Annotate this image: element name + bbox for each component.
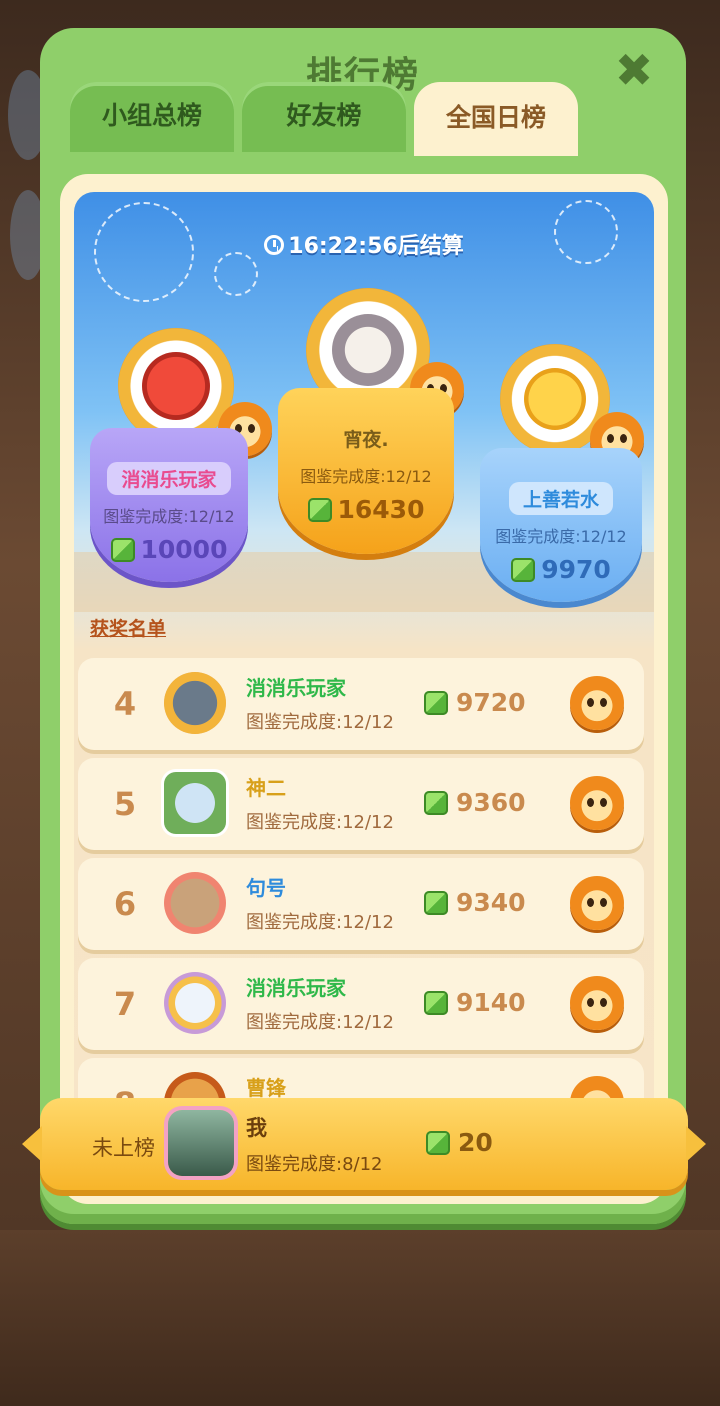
- player-name: 句号: [246, 876, 286, 900]
- ranking-list[interactable]: 4 消消乐玩家 图鉴完成度:12/12 9720 5 神二 图鉴完成度:12/1…: [78, 658, 644, 1158]
- rank-number: 5: [113, 785, 137, 823]
- podium-3-name: 上善若水: [508, 482, 613, 515]
- player-score-value: 9340: [456, 888, 526, 917]
- player-score: 9340: [424, 888, 526, 917]
- player-score-value: 9360: [456, 788, 526, 817]
- tiger-badge-icon: [570, 676, 624, 730]
- close-icon[interactable]: ✖: [612, 43, 656, 97]
- cube-icon: [307, 497, 332, 522]
- cube-icon: [424, 690, 448, 715]
- podium-1-card[interactable]: 宵夜. 图鉴完成度:12/12 16430: [278, 388, 454, 554]
- tab-national-daily[interactable]: 全国日榜: [414, 82, 578, 156]
- podium-3-avatar[interactable]: [524, 368, 586, 430]
- podium-2-avatar[interactable]: [142, 352, 210, 420]
- clock-icon: [264, 235, 285, 255]
- podium-1-progress: 图鉴完成度:12/12: [300, 467, 432, 486]
- rank-number: 4: [113, 685, 137, 723]
- podium-3-score: 9970: [511, 555, 611, 584]
- podium-1-score: 16430: [307, 495, 425, 524]
- player-score-value: 9720: [456, 688, 526, 717]
- award-list-link[interactable]: 获奖名单: [90, 614, 166, 641]
- list-item[interactable]: 6 句号 图鉴完成度:12/12 9340: [78, 858, 644, 950]
- podium-2-progress: 图鉴完成度:12/12: [103, 507, 235, 526]
- player-name: 消消乐玩家: [246, 976, 346, 1000]
- podium-2-score: 10000: [110, 535, 228, 564]
- my-name: 我: [246, 1116, 267, 1140]
- player-name: 消消乐玩家: [246, 676, 346, 700]
- podium-2-score-value: 10000: [140, 535, 228, 564]
- player-progress: 图鉴完成度:12/12: [246, 912, 394, 933]
- my-progress: 图鉴完成度:8/12: [246, 1154, 383, 1175]
- content-area[interactable]: 16:22:56后结算 消消乐玩家 图鉴完成度:12/12 10000 宵夜. …: [74, 192, 654, 1188]
- tiger-badge-icon: [570, 876, 624, 930]
- player-score-value: 9140: [456, 988, 526, 1017]
- podium-3-progress: 图鉴完成度:12/12: [495, 527, 627, 546]
- rank-number: 6: [113, 885, 137, 923]
- avatar[interactable]: [164, 972, 226, 1034]
- player-score: 9360: [424, 788, 526, 817]
- list-item[interactable]: 4 消消乐玩家 图鉴完成度:12/12 9720: [78, 658, 644, 750]
- avatar[interactable]: [164, 772, 226, 834]
- content-frame: 16:22:56后结算 消消乐玩家 图鉴完成度:12/12 10000 宵夜. …: [60, 174, 668, 1204]
- tab-friends[interactable]: 好友榜: [242, 82, 406, 152]
- podium-1-avatar[interactable]: [332, 314, 404, 386]
- podium-1-name: 宵夜.: [343, 429, 389, 451]
- my-score-value: 20: [458, 1128, 493, 1157]
- my-rank-bar[interactable]: 未上榜 我 图鉴完成度:8/12 20: [22, 1098, 706, 1190]
- player-name: 曹锋: [246, 1076, 286, 1100]
- podium-3-score-value: 9970: [541, 555, 611, 584]
- podium-3-card[interactable]: 上善若水 图鉴完成度:12/12 9970: [480, 448, 642, 602]
- podium-2-avatar-frame: [118, 328, 234, 444]
- player-progress: 图鉴完成度:12/12: [246, 1012, 394, 1033]
- my-avatar[interactable]: [168, 1110, 234, 1176]
- my-rank-label: 未上榜: [92, 1136, 155, 1160]
- avatar[interactable]: [164, 672, 226, 734]
- list-item[interactable]: 5 神二 图鉴完成度:12/12 9360: [78, 758, 644, 850]
- rank-number: 7: [113, 985, 137, 1023]
- avatar[interactable]: [164, 872, 226, 934]
- player-progress: 图鉴完成度:12/12: [246, 812, 394, 833]
- countdown-timer: 16:22:56后结算: [74, 228, 654, 260]
- cube-icon: [426, 1130, 450, 1155]
- player-progress: 图鉴完成度:12/12: [246, 712, 394, 733]
- cube-icon: [511, 557, 536, 582]
- tab-bar: 小组总榜 好友榜 全国日榜: [70, 82, 578, 156]
- list-item[interactable]: 7 消消乐玩家 图鉴完成度:12/12 9140: [78, 958, 644, 1050]
- tiger-badge-icon: [570, 976, 624, 1030]
- podium-2-card[interactable]: 消消乐玩家 图鉴完成度:12/12 10000: [90, 428, 248, 582]
- tiger-badge-icon: [570, 776, 624, 830]
- cube-icon: [424, 990, 448, 1015]
- cube-icon: [424, 790, 448, 815]
- cube-icon: [424, 890, 448, 915]
- player-score: 9720: [424, 688, 526, 717]
- countdown-time: 16:22:56: [288, 234, 398, 259]
- podium-1-score-value: 16430: [337, 495, 425, 524]
- tab-group-total[interactable]: 小组总榜: [70, 82, 234, 152]
- player-score: 9140: [424, 988, 526, 1017]
- my-score: 20: [426, 1128, 493, 1157]
- podium-2-name: 消消乐玩家: [107, 462, 231, 495]
- countdown-suffix: 后结算: [397, 234, 464, 259]
- background-floor: [0, 1230, 720, 1406]
- cube-icon: [110, 537, 135, 562]
- player-name: 神二: [246, 776, 286, 800]
